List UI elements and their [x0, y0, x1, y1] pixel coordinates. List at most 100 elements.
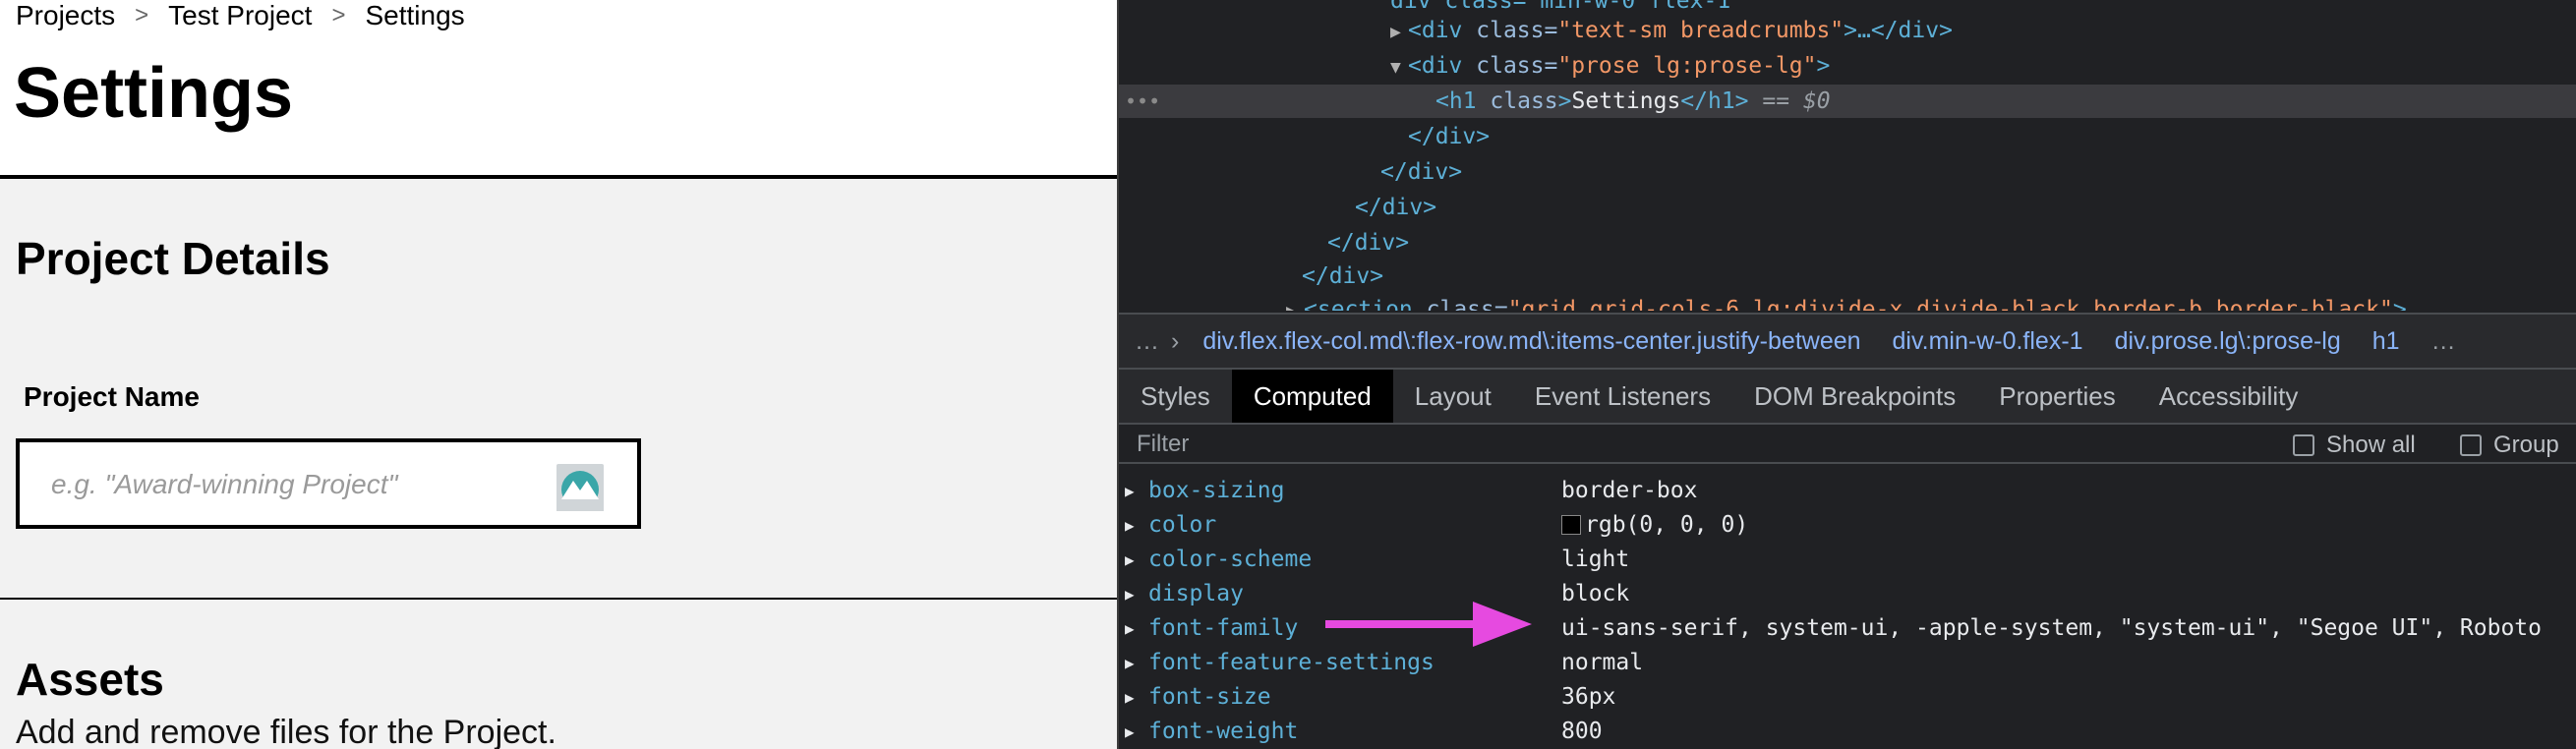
dom-crumb-h1[interactable]: h1 — [2372, 327, 2400, 356]
tab-dom-breakpoints[interactable]: DOM Breakpoints — [1732, 370, 1977, 423]
show-all-checkbox[interactable]: Show all — [2293, 432, 2416, 459]
breadcrumb-projects[interactable]: Projects — [16, 0, 115, 31]
tab-event-listeners[interactable]: Event Listeners — [1513, 370, 1732, 423]
tab-accessibility[interactable]: Accessibility — [2137, 370, 2320, 423]
dom-crumb-minw[interactable]: div.min-w-0.flex-1 — [1893, 327, 2083, 356]
assets-section: Assets Add and remove files for the Proj… — [0, 600, 1117, 749]
property-value: rgb(0, 0, 0) — [1585, 512, 1749, 538]
property-value: border-box — [1561, 478, 1698, 503]
dom-attr-value: "text-sm breadcrumbs" — [1557, 18, 1844, 43]
triangle-right-icon[interactable]: ▶ — [1125, 474, 1135, 508]
computed-properties: ▶ box-sizing border-box ▶ color rgb(0, 0… — [1119, 474, 2576, 749]
group-checkbox[interactable]: Group — [2460, 432, 2559, 459]
dom-close-div[interactable]: </div> — [1119, 155, 2576, 189]
tab-layout[interactable]: Layout — [1393, 370, 1513, 423]
triangle-right-icon[interactable]: ▶ — [1125, 715, 1135, 749]
dom-tag-end: > — [2392, 297, 2407, 311]
triangle-right-icon[interactable]: ▶ — [1125, 646, 1135, 680]
dom-crumb-prose[interactable]: div.prose.lg\:prose-lg — [2115, 327, 2341, 356]
project-name-input[interactable] — [49, 462, 545, 507]
property-name: font-size — [1148, 684, 1271, 710]
annotation-arrow-icon — [1325, 602, 1532, 647]
dom-attr: class= — [1476, 18, 1558, 43]
triangle-right-icon[interactable]: ▶ — [1286, 295, 1304, 311]
more-dots-icon[interactable]: … — [1135, 327, 1159, 356]
dom-attr: class= — [1476, 53, 1558, 79]
page-header: Projects > Test Project > Settings Setti… — [0, 0, 1117, 179]
checkbox-icon[interactable] — [2460, 434, 2482, 456]
computed-property-row[interactable]: ▶ box-sizing border-box — [1119, 474, 2576, 508]
breadcrumb: Projects > Test Project > Settings — [16, 0, 465, 31]
dom-tag: <section — [1304, 297, 1413, 311]
dom-tag: </div> — [1408, 124, 1491, 149]
dom-node-prose[interactable]: ▼ <div class="prose lg:prose-lg"> — [1119, 49, 2576, 83]
dom-tag-gt: > — [1557, 88, 1572, 114]
triangle-right-icon[interactable]: ▶ — [1125, 577, 1135, 611]
computed-property-row[interactable]: ▶ font-feature-settings normal — [1119, 646, 2576, 680]
property-value: light — [1561, 547, 1630, 572]
tab-computed[interactable]: Computed — [1231, 370, 1393, 423]
property-name: color-scheme — [1148, 547, 1313, 572]
dom-tag: </div> — [1302, 263, 1384, 289]
property-value: ui-sans-serif, system-ui, -apple-system,… — [1561, 615, 2542, 641]
filter-input[interactable] — [1135, 429, 1630, 460]
dom-tag-close: </h1> — [1680, 88, 1749, 114]
dom-tag: </div> — [1327, 230, 1410, 256]
dom-attr-value: "prose lg:prose-lg" — [1557, 53, 1817, 79]
dom-attr: class — [1490, 88, 1558, 114]
dom-tag: <div — [1408, 53, 1463, 79]
computed-property-row[interactable]: ▶ font-size 36px — [1119, 680, 2576, 715]
dom-attr: class= — [1426, 297, 1508, 311]
password-manager-icon[interactable] — [556, 464, 604, 511]
project-name-label: Project Name — [24, 381, 200, 412]
dom-close-div[interactable]: </div> — [1119, 259, 2576, 293]
triangle-right-icon[interactable]: ▶ — [1125, 680, 1135, 715]
dom-node-section[interactable]: ▶<section class="grid grid-cols-6 lg:div… — [1119, 293, 2576, 311]
property-value-wrap: rgb(0, 0, 0) — [1561, 508, 1748, 543]
tab-properties[interactable]: Properties — [1977, 370, 2137, 423]
assets-description: Add and remove files for the Project. — [16, 714, 556, 749]
triangle-down-icon[interactable]: ▼ — [1390, 51, 1408, 85]
property-value: block — [1561, 581, 1630, 606]
more-dots-icon[interactable]: … — [2431, 327, 2456, 356]
breadcrumb-test-project[interactable]: Test Project — [168, 0, 312, 31]
dom-node-h1-selected[interactable]: ••• <h1 class>Settings</h1> == $0 — [1119, 85, 2576, 118]
dom-close-div[interactable]: </div> — [1119, 226, 2576, 259]
dom-breadcrumb-bar: … › div.flex.flex-col.md\:flex-row.md\:i… — [1119, 313, 2576, 370]
dom-close-div[interactable]: </div> — [1119, 120, 2576, 153]
show-all-label: Show all — [2326, 432, 2416, 458]
computed-property-row[interactable]: ▶ color-scheme light — [1119, 543, 2576, 577]
computed-property-row[interactable]: ▶ color rgb(0, 0, 0) — [1119, 508, 2576, 543]
triangle-right-icon[interactable]: ▶ — [1390, 16, 1408, 49]
project-name-field[interactable] — [16, 438, 641, 529]
triangle-right-icon[interactable]: ▶ — [1125, 611, 1135, 646]
dom-node-breadcrumbs[interactable]: ▶ <div class="text-sm breadcrumbs">…</div… — [1119, 14, 2576, 47]
dom-tag: <h1 — [1435, 88, 1477, 114]
triangle-right-icon[interactable]: ▶ — [1125, 508, 1135, 543]
property-name: box-sizing — [1148, 478, 1285, 503]
page-title: Settings — [14, 54, 294, 133]
chevron-left-icon[interactable]: › — [1171, 327, 1179, 356]
checkbox-icon[interactable] — [2293, 434, 2314, 456]
elements-tree: div class="min-w-0 flex-1" ▶ <div class="… — [1119, 0, 2576, 311]
assets-heading: Assets — [16, 654, 164, 705]
dom-tag: </div> — [1380, 159, 1463, 185]
dom-attr-value: "grid grid-cols-6 lg:divide-x divide-bla… — [1507, 297, 2393, 311]
web-page: Projects > Test Project > Settings Setti… — [0, 0, 1117, 749]
chevron-right-icon: > — [331, 2, 346, 29]
computed-property-row[interactable]: ▶ font-weight 800 — [1119, 715, 2576, 749]
more-dots-icon[interactable]: ••• — [1125, 85, 1160, 118]
dom-text: Settings — [1571, 88, 1681, 114]
property-value: normal — [1561, 650, 1644, 675]
tab-styles[interactable]: Styles — [1119, 370, 1232, 423]
property-value: 36px — [1561, 684, 1616, 710]
dom-selected-marker: == $0 — [1762, 88, 1831, 114]
property-name: font-feature-settings — [1148, 650, 1434, 675]
dom-tag: </div> — [1355, 195, 1437, 220]
devtools-tabs: Styles Computed Layout Event Listeners D… — [1119, 370, 2576, 425]
triangle-right-icon[interactable]: ▶ — [1125, 543, 1135, 577]
project-details-heading: Project Details — [16, 233, 330, 284]
dom-close-div[interactable]: </div> — [1119, 191, 2576, 224]
dom-crumb-flex[interactable]: div.flex.flex-col.md\:flex-row.md\:items… — [1202, 327, 1860, 356]
color-swatch[interactable] — [1561, 515, 1581, 535]
